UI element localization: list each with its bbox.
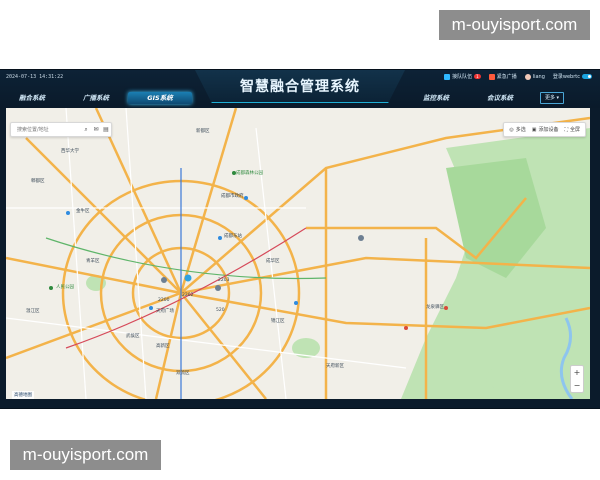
poi-label: 龙泉驿区 <box>426 305 444 310</box>
add-device-label: 添加设备 <box>538 127 559 133</box>
map-canvas <box>6 108 590 399</box>
poi-label: 双流区 <box>176 371 190 376</box>
poi-label: 成都森林公园 <box>236 171 263 176</box>
poi-label: 金牛区 <box>76 209 90 214</box>
app-header: 智慧融合管理系统 2024-07-13 14:31:22 融合系统 广播系统 G… <box>0 70 600 108</box>
datetime-display: 2024-07-13 14:31:22 <box>6 74 64 80</box>
poi-label: 武侯区 <box>126 334 140 339</box>
device-icon: ▣ <box>531 126 537 133</box>
poi-label: 天府新区 <box>326 364 344 369</box>
app-window: 智慧融合管理系统 2024-07-13 14:31:22 融合系统 广播系统 G… <box>0 70 600 408</box>
map-toolbar: ◎ 多选 ▣ 添加设备 ⛶ 全屏 <box>503 122 586 137</box>
device-id-label: 2202 <box>182 293 194 298</box>
more-button[interactable]: 更多 ▾ <box>540 92 564 104</box>
webrtc-label: 登录webrtc <box>552 74 580 80</box>
tab-meeting[interactable]: 会议系统 <box>468 92 532 104</box>
fullscreen-button[interactable]: ⛶ 全屏 <box>564 126 580 134</box>
header-actions: 接队队伍 1 紧急广播 liang 登录webrtc <box>444 73 592 80</box>
poi-label: 青羊区 <box>86 259 100 264</box>
team-button[interactable]: 接队队伍 1 <box>444 73 481 80</box>
park-area-3 <box>486 366 526 390</box>
tab-monitor[interactable]: 监控系统 <box>404 92 468 104</box>
device-marker-active <box>184 274 192 282</box>
poi-label: 高新区 <box>156 344 170 349</box>
select-icon: ◎ <box>509 126 514 133</box>
zoom-out-button[interactable]: − <box>574 381 581 390</box>
poi-label: 西华大学 <box>61 149 79 154</box>
tab-broadcast[interactable]: 广播系统 <box>64 92 128 104</box>
poi-label: 郫都区 <box>31 179 45 184</box>
device-marker <box>358 235 364 241</box>
multi-select-label: 多选 <box>515 127 526 133</box>
poi-label: 锦江区 <box>271 319 285 324</box>
map-attribution: 高德地图 <box>12 391 34 399</box>
poi-label: 成都市政府 <box>221 194 244 199</box>
poi-label: 成都东站 <box>224 234 242 239</box>
tab-gis[interactable]: GIS系统 <box>128 92 192 104</box>
multi-select-button[interactable]: ◎ 多选 <box>509 126 526 134</box>
user-menu[interactable]: liang <box>524 73 545 80</box>
add-device-button[interactable]: ▣ 添加设备 <box>531 126 559 134</box>
toggle-switch <box>582 74 592 79</box>
gis-map[interactable]: 西华大学 金牛区 成都东站 成都森林公园 龙泉驿区 成都市政府 人民公园 天府广… <box>6 108 590 399</box>
device-marker <box>161 277 167 283</box>
broadcast-button[interactable]: 紧急广播 <box>488 73 517 80</box>
poi-label: 成华区 <box>266 259 280 264</box>
device-marker <box>215 285 221 291</box>
tab-fusion[interactable]: 融合系统 <box>0 92 64 104</box>
map-search-box: ⌕ ✉ ▤ <box>10 122 112 137</box>
watermark-bottom: m-ouyisport.com <box>10 440 161 470</box>
poi-label: 温江区 <box>26 309 40 314</box>
device-id-label: 2200 <box>158 298 170 303</box>
device-id-label: 2203 <box>218 278 230 283</box>
search-icon[interactable]: ⌕ <box>81 124 91 135</box>
team-label: 接队队伍 <box>452 74 473 80</box>
broadcast-label: 紧急广播 <box>496 74 517 80</box>
fullscreen-label: 全屏 <box>569 127 580 133</box>
fullscreen-icon: ⛶ <box>564 126 568 133</box>
poi-label: 人民公园 <box>56 285 74 290</box>
more-label: 更多 <box>544 95 555 101</box>
user-name: liang <box>532 73 545 80</box>
zoom-control: + − <box>570 365 584 393</box>
team-icon <box>444 73 451 80</box>
team-badge: 1 <box>474 74 481 79</box>
map-search-input[interactable] <box>15 123 81 136</box>
poi-label: 新都区 <box>196 129 210 134</box>
poi-label: 天府广场 <box>156 309 174 314</box>
message-icon[interactable]: ✉ <box>91 124 101 135</box>
document-icon[interactable]: ▤ <box>101 124 111 135</box>
nav-right: 监控系统 会议系统 <box>404 92 532 104</box>
megaphone-icon <box>488 73 495 80</box>
zoom-in-button[interactable]: + <box>574 368 581 377</box>
device-id-label: 520 <box>216 308 225 313</box>
nav-left: 融合系统 广播系统 GIS系统 <box>0 92 192 104</box>
avatar <box>524 73 531 80</box>
webrtc-toggle[interactable]: 登录webrtc <box>553 73 592 80</box>
watermark-top: m-ouyisport.com <box>439 10 590 40</box>
